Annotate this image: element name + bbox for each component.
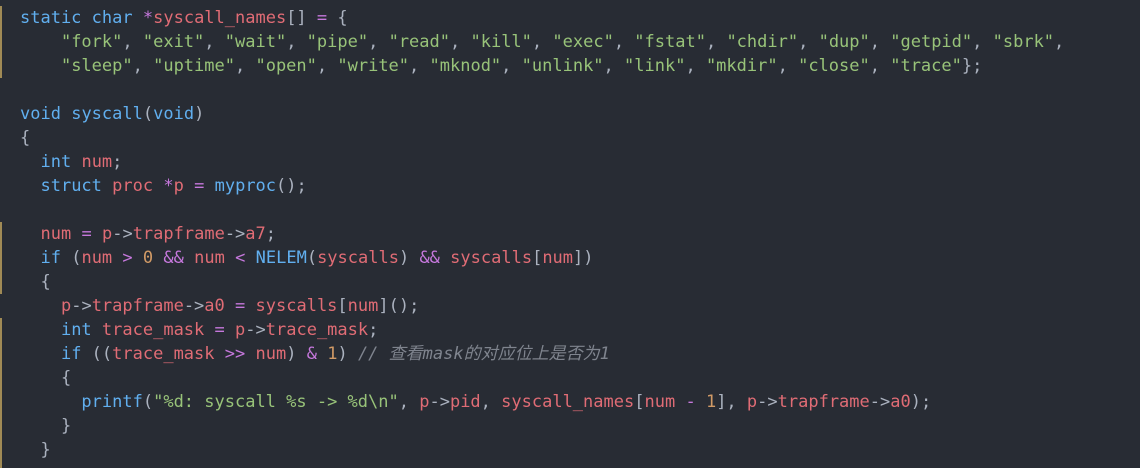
- code-line[interactable]: {: [20, 270, 50, 294]
- code-line[interactable]: int num;: [20, 150, 122, 174]
- code-line[interactable]: "fork", "exit", "wait", "pipe", "read", …: [20, 30, 1064, 54]
- code-line[interactable]: if (num > 0 && num < NELEM(syscalls) && …: [20, 246, 593, 270]
- code-line[interactable]: if ((trace_mask >> num) & 1) // 查看mask的对…: [20, 342, 610, 366]
- code-line[interactable]: struct proc *p = myproc();: [20, 174, 306, 198]
- code-line[interactable]: printf("%d: syscall %s -> %d\n", p->pid,…: [20, 390, 931, 414]
- code-line[interactable]: {: [20, 126, 30, 150]
- code-line[interactable]: void syscall(void): [20, 102, 204, 126]
- code-line[interactable]: p->trapframe->a0 = syscalls[num]();: [20, 294, 419, 318]
- code-line[interactable]: num = p->trapframe->a7;: [20, 222, 276, 246]
- code-line[interactable]: static char *syscall_names[] = {: [20, 6, 348, 30]
- code-line[interactable]: {: [20, 366, 71, 390]
- code-line[interactable]: }: [20, 438, 50, 462]
- change-marker: [0, 318, 2, 468]
- change-marker: [0, 6, 2, 78]
- code-line[interactable]: int trace_mask = p->trace_mask;: [20, 318, 378, 342]
- code-line[interactable]: "sleep", "uptime", "open", "write", "mkn…: [20, 54, 982, 78]
- change-marker: [0, 222, 2, 294]
- code-editor[interactable]: static char *syscall_names[] = { "fork",…: [0, 0, 1140, 468]
- code-line[interactable]: }: [20, 414, 71, 438]
